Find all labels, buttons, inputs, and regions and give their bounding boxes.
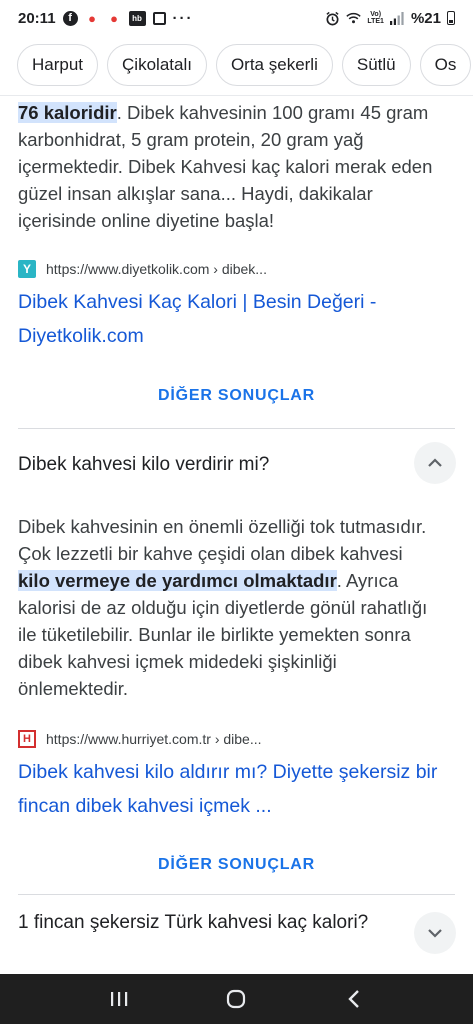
- home-icon: [227, 989, 246, 1009]
- more-results-button[interactable]: DİĞER SONUÇLAR: [0, 856, 473, 874]
- volte-lte-icon: Vo) LTE1: [367, 11, 384, 25]
- chevron-down-icon: [428, 929, 442, 938]
- vodafone-icon: ●: [110, 10, 118, 26]
- divider: [18, 894, 455, 895]
- expand-button[interactable]: [414, 912, 456, 954]
- status-time: 20:11: [18, 9, 56, 27]
- recents-icon: [110, 992, 128, 1006]
- answer-snippet-weight: Dibek kahvesinin en önemli özelliği tok …: [18, 513, 438, 702]
- battery-icon: [447, 11, 455, 25]
- snippet-text-before: Dibek kahvesinin en önemli özelliği tok …: [18, 516, 427, 564]
- chip-harput[interactable]: Harput: [17, 44, 99, 86]
- status-left: 20:11 f ● ● hb ···: [18, 10, 194, 27]
- lte-bottom-label: LTE1: [367, 18, 384, 25]
- divider: [18, 428, 455, 429]
- battery-percent: %21: [410, 9, 441, 27]
- back-icon: [348, 990, 359, 1008]
- chip-cikolatali[interactable]: Çikolatalı: [107, 44, 207, 86]
- chip-os[interactable]: Os: [419, 44, 472, 86]
- diyetkolik-favicon-icon: Y: [18, 260, 36, 278]
- chevron-up-icon: [428, 458, 442, 467]
- hurriyet-favicon-icon: H: [18, 730, 36, 748]
- signal-icon: [390, 11, 405, 26]
- source-url: https://www.hurriyet.com.tr › dibe...: [46, 731, 262, 747]
- snippet-highlight: 76 kaloridir: [18, 102, 117, 123]
- snippet-highlight: kilo vermeye de yardımcı olmaktadır: [18, 570, 337, 591]
- wifi-icon: [346, 11, 362, 26]
- system-nav-bar: [0, 974, 473, 1024]
- source-row-hurriyet[interactable]: H https://www.hurriyet.com.tr › dibe...: [18, 730, 262, 748]
- status-right: Vo) LTE1 %21: [325, 10, 455, 27]
- home-button[interactable]: [216, 979, 256, 1019]
- vodafone-icon: ●: [88, 10, 96, 26]
- chip-orta-sekerli[interactable]: Orta şekerli: [215, 44, 333, 86]
- recent-apps-button[interactable]: [99, 979, 139, 1019]
- result-link-hurriyet[interactable]: Dibek kahvesi kilo aldırır mı? Diyette ş…: [18, 755, 448, 823]
- back-button[interactable]: [334, 979, 374, 1019]
- suggestion-chips: Harput Çikolatalı Orta şekerli Sütlü Os: [0, 44, 473, 96]
- app-box-icon: [152, 11, 166, 25]
- source-url: https://www.diyetkolik.com › dibek...: [46, 261, 267, 277]
- chip-sutlu[interactable]: Sütlü: [341, 44, 411, 86]
- facebook-icon: f: [62, 10, 78, 26]
- lte-top-label: Vo): [370, 11, 382, 18]
- more-dots-icon: ···: [172, 9, 194, 27]
- alarm-icon: [325, 11, 340, 26]
- more-results-button[interactable]: DİĞER SONUÇLAR: [0, 387, 473, 405]
- answer-snippet-calories: 76 kaloridir. Dibek kahvesinin 100 gramı…: [18, 99, 438, 234]
- hb-icon: hb: [128, 10, 146, 26]
- question-title[interactable]: 1 fincan şekersiz Türk kahvesi kaç kalor…: [18, 909, 378, 936]
- collapse-button[interactable]: [414, 442, 456, 484]
- result-link-diyetkolik[interactable]: Dibek Kahvesi Kaç Kalori | Besin Değeri …: [18, 285, 448, 353]
- status-bar: 20:11 f ● ● hb ··· Vo) LTE1 %21: [0, 0, 473, 36]
- source-row-diyetkolik[interactable]: Y https://www.diyetkolik.com › dibek...: [18, 260, 267, 278]
- question-title[interactable]: Dibek kahvesi kilo verdirir mi?: [18, 451, 388, 478]
